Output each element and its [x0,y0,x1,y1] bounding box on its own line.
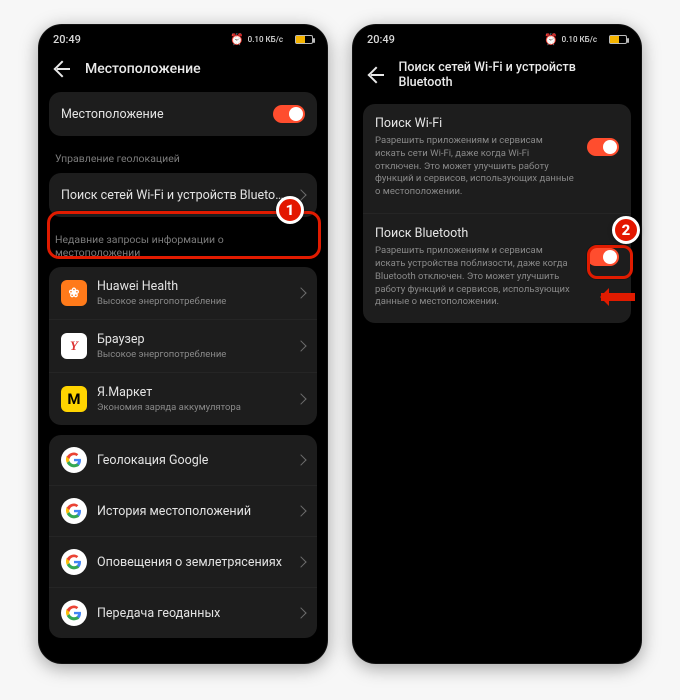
chevron-right-icon [295,556,306,567]
row-master-toggle[interactable]: Местоположение [49,92,317,136]
chevron-right-icon [295,189,306,200]
app-name: Huawei Health [97,279,226,294]
scan-row-label: Поиск сетей Wi-Fi и устройств Bluetooth [61,188,287,203]
chevron-right-icon [295,340,306,351]
back-button[interactable] [53,60,71,78]
google-icon [61,498,87,524]
wifi-scan-title: Поиск Wi-Fi [375,116,619,131]
google-row-label: Передача геоданных [97,606,220,621]
app-sub: Высокое энергопотребление [97,349,226,360]
google-row-label: Оповещения о землетрясениях [97,555,282,570]
master-toggle-label: Местоположение [61,107,164,122]
chevron-right-icon [295,505,306,516]
battery-icon [609,35,627,44]
google-icon [61,447,87,473]
status-right: ⏰ 0.10 КБ/с [230,33,313,46]
net-speed: 0.10 КБ/с [248,35,283,44]
app-sub: Экономия заряда аккумулятора [97,402,241,413]
google-icon [61,600,87,626]
row-wifi-scan[interactable]: Поиск Wi-Fi Разрешить приложениям и серв… [363,104,631,213]
row-wifi-bt-scan[interactable]: Поиск сетей Wi-Fi и устройств Bluetooth [49,173,317,217]
app-icon-yandex: Y [61,333,87,359]
app-bar: Местоположение [39,50,327,92]
chevron-right-icon [295,287,306,298]
net-speed: 0.10 КБ/с [562,35,597,44]
status-time: 20:49 [53,33,81,46]
list-item-google[interactable]: История местоположений [49,485,317,536]
battery-icon [295,35,313,44]
alarm-icon: ⏰ [544,33,558,46]
master-toggle[interactable] [273,105,305,123]
bt-scan-desc: Разрешить приложениям и сервисам искать … [375,245,619,309]
card-master: Местоположение [49,92,317,136]
app-icon-market: М [61,386,87,412]
card-google: Геолокация Google История местоположений О… [49,435,317,638]
wifi-scan-toggle[interactable] [587,138,619,156]
page-title: Поиск сетей Wi-Fi и устройств Bluetooth [399,60,627,90]
app-name: Я.Маркет [97,385,241,400]
page-title: Местоположение [85,61,201,77]
section-manage-label: Управление геолокацией [49,146,317,173]
list-item[interactable]: ❀ Huawei Health Высокое энергопотреблени… [49,267,317,319]
content: Местоположение Управление геолокацией По… [39,92,327,638]
list-item-google[interactable]: Геолокация Google [49,435,317,485]
stage: 20:49 ⏰ 0.10 КБ/с Местоположение Местопо… [0,0,680,688]
chevron-right-icon [295,454,306,465]
arrow-icon [601,293,635,301]
status-bar: 20:49 ⏰ 0.10 КБ/с [353,25,641,50]
status-right: ⏰ 0.10 КБ/с [544,33,627,46]
card-recent: ❀ Huawei Health Высокое энергопотреблени… [49,267,317,425]
list-item-google[interactable]: Оповещения о землетрясениях [49,536,317,587]
status-time: 20:49 [367,33,395,46]
list-item[interactable]: Y Браузер Высокое энергопотребление [49,319,317,372]
chevron-right-icon [295,607,306,618]
app-sub: Высокое энергопотребление [97,296,226,307]
section-recent-label: Недавние запросы информации о местополож… [49,227,317,267]
chevron-right-icon [295,393,306,404]
row-bt-scan[interactable]: Поиск Bluetooth Разрешить приложениям и … [363,214,631,323]
bt-scan-toggle[interactable] [587,248,619,266]
phone-right: 20:49 ⏰ 0.10 КБ/с Поиск сетей Wi-Fi и ус… [352,24,642,664]
bt-scan-title: Поиск Bluetooth [375,226,619,241]
card-scan: Поиск сетей Wi-Fi и устройств Bluetooth [49,173,317,217]
app-bar: Поиск сетей Wi-Fi и устройств Bluetooth [353,50,641,104]
google-row-label: История местоположений [97,504,251,519]
status-bar: 20:49 ⏰ 0.10 КБ/с [39,25,327,50]
app-name: Браузер [97,332,226,347]
google-row-label: Геолокация Google [97,453,208,468]
list-item[interactable]: М Я.Маркет Экономия заряда аккумулятора [49,372,317,425]
alarm-icon: ⏰ [230,33,244,46]
app-icon-huawei: ❀ [61,280,87,306]
phone-left: 20:49 ⏰ 0.10 КБ/с Местоположение Местопо… [38,24,328,664]
google-icon [61,549,87,575]
back-button[interactable] [367,66,385,84]
wifi-scan-desc: Разрешить приложениям и сервисам искать … [375,135,619,199]
list-item-google[interactable]: Передача геоданных [49,587,317,638]
